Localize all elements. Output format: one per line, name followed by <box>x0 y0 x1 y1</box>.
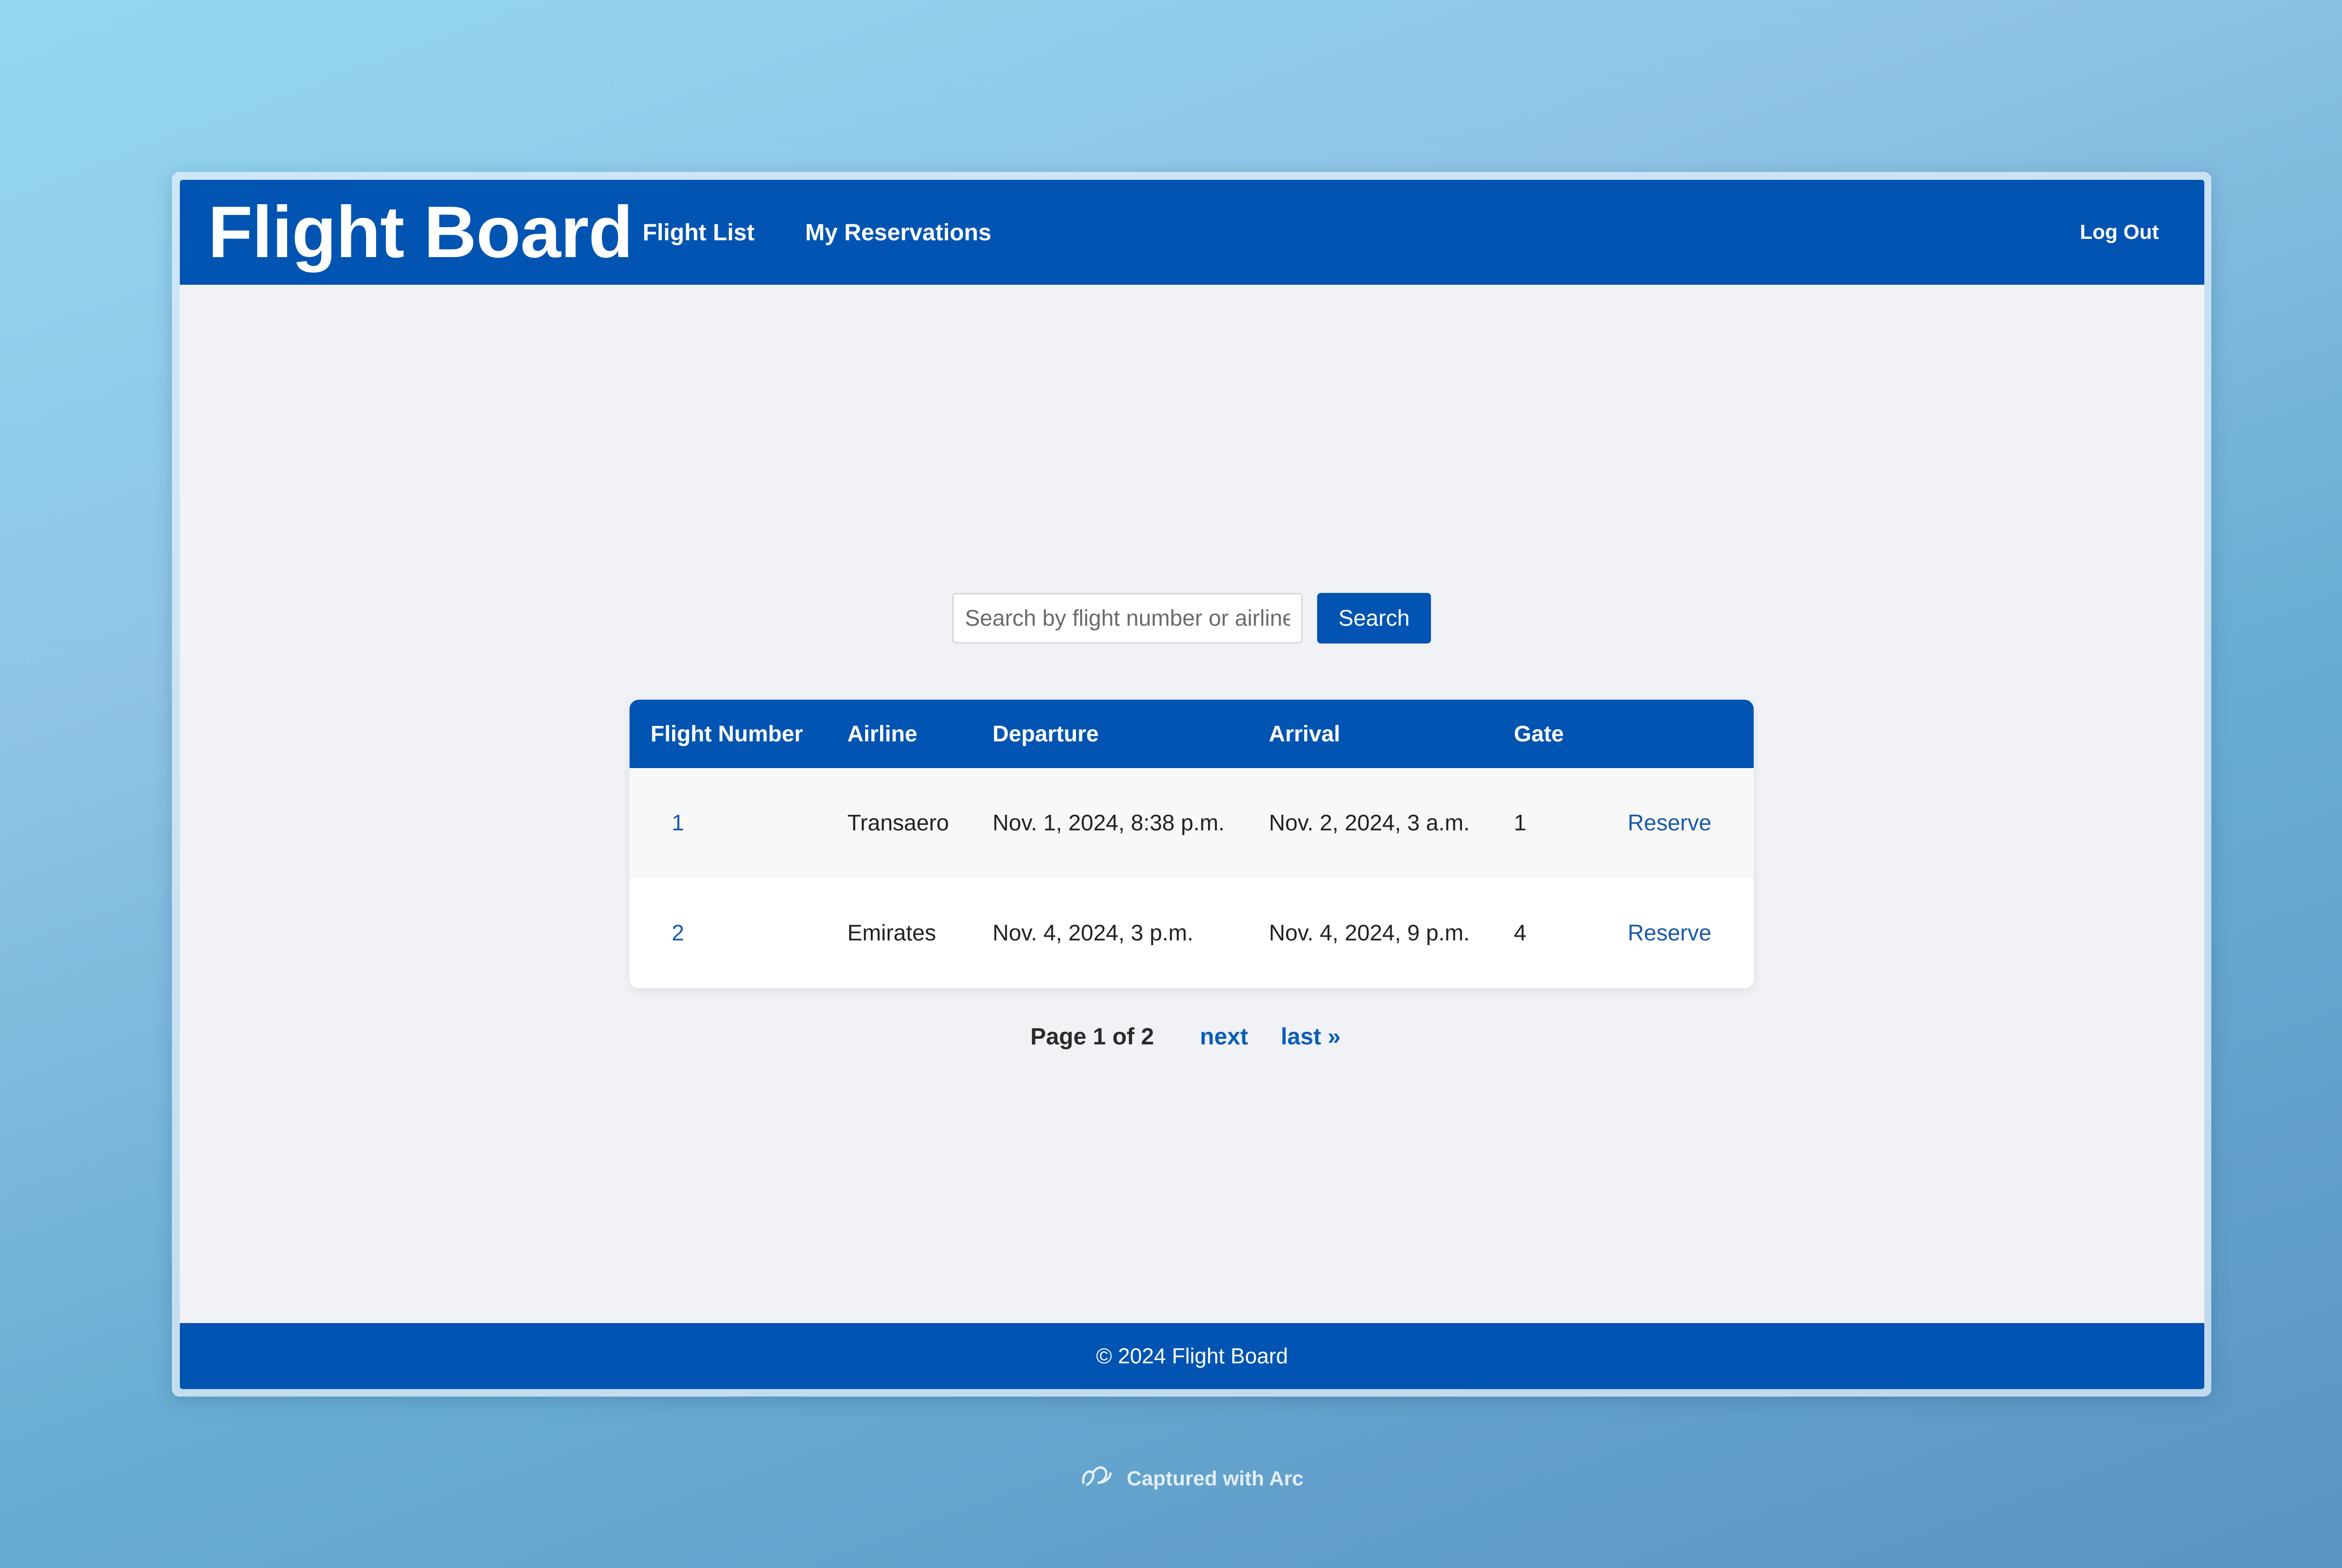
departure-cell: Nov. 4, 2024, 3 p.m. <box>993 921 1193 946</box>
pagination: Page 1 of 2 next last » <box>180 1023 2204 1050</box>
action-cell: Reserve <box>1607 878 1754 988</box>
logout-link[interactable]: Log Out <box>2080 180 2159 285</box>
flight-number-cell: 2 <box>630 878 826 988</box>
arc-logo-icon <box>1080 1462 1113 1495</box>
column-header-action <box>1607 700 1754 768</box>
next-page-link[interactable]: next <box>1200 1023 1248 1050</box>
flight-number-cell: 1 <box>630 768 826 878</box>
reserve-link[interactable]: Reserve <box>1628 921 1712 946</box>
captured-with-arc-badge: Captured with Arc <box>0 1462 2342 1495</box>
page-info: Page 1 of 2 <box>1030 1023 1154 1050</box>
brand-title[interactable]: Flight Board <box>208 180 633 285</box>
gate-cell: 4 <box>1514 921 1527 946</box>
flight-number-link[interactable]: 2 <box>672 921 684 946</box>
arrival-cell: Nov. 2, 2024, 3 a.m. <box>1269 811 1470 836</box>
search-input[interactable] <box>952 593 1303 643</box>
action-cell: Reserve <box>1607 768 1754 878</box>
navbar: Flight Board Flight List My Reservations… <box>180 180 2204 285</box>
reserve-link[interactable]: Reserve <box>1628 811 1712 836</box>
flight-number-link[interactable]: 1 <box>672 811 684 836</box>
flights-table-card: Flight Number Airline Departure Arrival … <box>630 700 1754 988</box>
nav-my-reservations-link[interactable]: My Reservations <box>805 180 991 285</box>
departure-cell: Nov. 1, 2024, 8:38 p.m. <box>993 811 1225 836</box>
arrival-cell: Nov. 4, 2024, 9 p.m. <box>1269 921 1470 946</box>
table-row: 2 Emirates Nov. 4, 2024, 3 p.m. Nov. 4, … <box>630 878 1754 988</box>
captured-with-arc-text: Captured with Arc <box>1127 1467 1304 1490</box>
table-header-row: Flight Number Airline Departure Arrival … <box>630 700 1754 768</box>
column-header-airline: Airline <box>847 721 918 747</box>
table-row: 1 Transaero Nov. 1, 2024, 8:38 p.m. Nov.… <box>630 768 1754 878</box>
last-page-link[interactable]: last » <box>1281 1023 1341 1050</box>
column-header-arrival: Arrival <box>1269 721 1341 747</box>
airline-cell: Transaero <box>847 811 949 836</box>
flights-table: Flight Number Airline Departure Arrival … <box>630 700 1754 988</box>
footer: © 2024 Flight Board <box>180 1323 2204 1389</box>
column-header-departure: Departure <box>993 721 1099 747</box>
gate-cell: 1 <box>1514 811 1527 836</box>
column-header-gate: Gate <box>1514 721 1564 747</box>
app-window: Flight Board Flight List My Reservations… <box>180 180 2204 1389</box>
airline-cell: Emirates <box>847 921 936 946</box>
search-button[interactable]: Search <box>1317 593 1431 643</box>
nav-flight-list-link[interactable]: Flight List <box>643 180 755 285</box>
column-header-flight-number: Flight Number <box>651 721 803 747</box>
